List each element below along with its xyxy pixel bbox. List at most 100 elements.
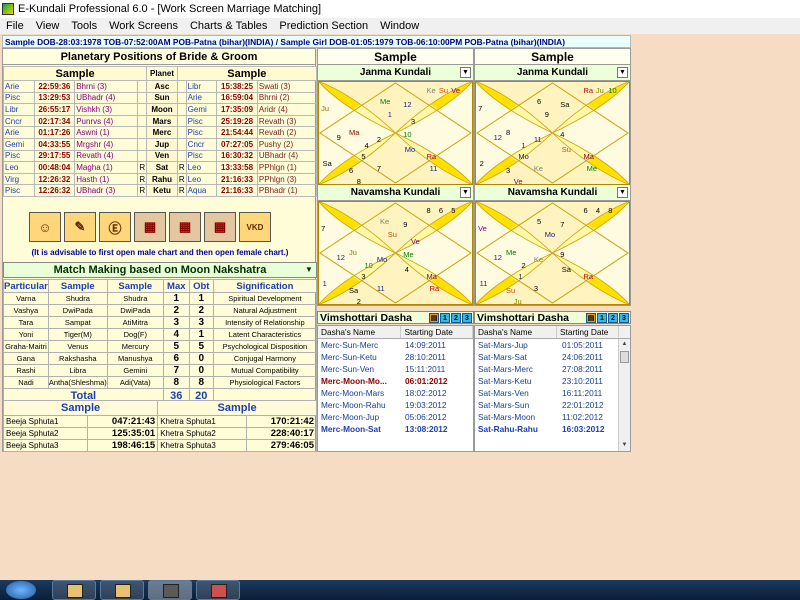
dasha-level-3-button[interactable]: 3: [462, 313, 472, 323]
chart-mark: 5: [451, 206, 456, 216]
bride-name: Sample: [475, 49, 630, 65]
print-icon[interactable]: ▤: [429, 313, 439, 323]
kundali-chart-icon-2[interactable]: ▦: [169, 212, 201, 242]
dasha-row[interactable]: Sat-Mars-Ketu 23:10:2011: [475, 375, 630, 387]
dasha-row[interactable]: Sat-Mars-Moon 11:02:2012: [475, 411, 630, 423]
dasha-row[interactable]: Merc-Moon-Rahu 19:03:2012: [318, 399, 473, 411]
koota-name: Tara: [3, 316, 49, 329]
start-button[interactable]: [6, 581, 36, 599]
taskbar-app-4[interactable]: [196, 580, 240, 600]
planet-row: Leo 00:48:04 Magha (1) R Sat R Leo 13:33:58 PPhl…: [3, 161, 318, 174]
vkd-icon[interactable]: VKD: [239, 212, 271, 242]
starting-date-header[interactable]: Starting Date: [557, 326, 619, 338]
window-title: E-Kundali Professional 6.0 - [Work Scree…: [18, 3, 322, 15]
bride-retro: [176, 149, 187, 163]
menu-window[interactable]: Window: [374, 20, 425, 32]
compass-book-icon[interactable]: ✎: [64, 212, 96, 242]
dasha-level-2-button[interactable]: 2: [608, 313, 618, 323]
scroll-down-icon[interactable]: ▼: [619, 440, 630, 451]
beeja-label: Beeja Sphuta2: [3, 427, 88, 440]
menu-work-screens[interactable]: Work Screens: [103, 20, 184, 32]
dasha-row[interactable]: Merc-Sun-Merc 14:09:2011: [318, 339, 473, 351]
taskbar-app-1[interactable]: [52, 580, 96, 600]
dasha-row[interactable]: Sat-Rahu-Rahu 16:03:2012: [475, 423, 630, 435]
chevron-down-icon[interactable]: ▼: [460, 187, 471, 198]
chart-mark: Su: [506, 286, 516, 296]
groom-janma-chart[interactable]: 1 Ma Me 12 Ke Su Ve Ju 2 4 10 Mo 5 7 9 Sa 6 8 Ra 11 3: [318, 81, 473, 185]
groom-dasha-list[interactable]: Dasha's Name Starting Date Merc-Sun-Merc…: [317, 325, 474, 452]
chevron-down-icon[interactable]: ▼: [617, 67, 628, 78]
menu-view[interactable]: View: [30, 20, 66, 32]
bride-dasha-list[interactable]: Dasha's Name Starting Date Sat-Mars-Jup 0…: [474, 325, 631, 452]
mm-header-signification: Signification: [212, 279, 318, 293]
groom-navamsha-selector[interactable]: Navamsha Kundali ▼: [318, 185, 473, 201]
groom-janma-selector[interactable]: Janma Kundali ▼: [318, 65, 473, 81]
dasha-row[interactable]: Sat-Mars-Sun 22:01:2012: [475, 399, 630, 411]
bride-navamsha-chart[interactable]: Mo Me 5 7 6 4 8 Ve Ke 2 9 Sa 1 3 12 11 Su Ju Ra: [475, 201, 630, 305]
dasha-start-date: 18:02:2012: [405, 388, 447, 398]
taskbar-folder[interactable]: [100, 580, 144, 600]
chart-mark: Su: [561, 145, 571, 155]
kundali-chart-icon[interactable]: ▦: [134, 212, 166, 242]
bride-janma-selector[interactable]: Janma Kundali ▼: [475, 65, 630, 81]
groom-retro: [137, 91, 148, 105]
groom-sign: Pisc: [3, 91, 35, 105]
dasha-name: Sat-Mars-Ketu: [478, 376, 532, 386]
match-row: Rashi Libra Gemini 7 0 Mutual Compatibility: [3, 364, 318, 377]
dasha-row[interactable]: Sat-Mars-Merc 27:08:2011: [475, 363, 630, 375]
match-making-selector[interactable]: Match Making based on Moon Nakshatra ▼: [3, 262, 317, 278]
dasha-name-header[interactable]: Dasha's Name: [318, 326, 402, 338]
chevron-down-icon[interactable]: ▼: [617, 187, 628, 198]
dasha-row[interactable]: Merc-Moon-Jup 05:06:2012: [318, 411, 473, 423]
menu-charts-tables[interactable]: Charts & Tables: [184, 20, 273, 32]
dasha-row[interactable]: Sat-Mars-Ven 16:11:2011: [475, 387, 630, 399]
person-search-icon[interactable]: ☺: [29, 212, 61, 242]
menu-tools[interactable]: Tools: [65, 20, 103, 32]
dasha-row[interactable]: Sat-Mars-Sat 24:06:2011: [475, 351, 630, 363]
chevron-down-icon[interactable]: ▼: [304, 265, 314, 275]
chevron-down-icon[interactable]: ▼: [460, 67, 471, 78]
groom-janma-label: Janma Kundali: [359, 67, 432, 78]
dasha-row[interactable]: Merc-Sun-Ven 15:11:2011: [318, 363, 473, 375]
dasha-row[interactable]: Merc-Moon-Mo... 06:01:2012: [318, 375, 473, 387]
taskbar-ekundali[interactable]: [148, 580, 192, 600]
toolbar-icons: ☺ ✎ Ⓔ ▦ ▦ ▦ VKD: [29, 212, 275, 244]
dasha-name: Merc-Moon-Mars: [321, 388, 385, 398]
groom-sign: Pisc: [3, 184, 35, 197]
bride-sign: Pisc: [185, 149, 218, 163]
groom-sign: Libr: [3, 103, 35, 116]
starting-date-header[interactable]: Starting Date: [401, 326, 473, 338]
dasha-name: Merc-Moon-Rahu: [321, 400, 386, 410]
dasha-row[interactable]: Merc-Moon-Mars 18:02:2012: [318, 387, 473, 399]
menu-prediction-section[interactable]: Prediction Section: [273, 20, 374, 32]
print-icon[interactable]: ▤: [586, 313, 596, 323]
kundali-chart-icon-3[interactable]: ▦: [204, 212, 236, 242]
dasha-scrollbar[interactable]: ▲ ▼: [618, 339, 630, 451]
dasha-name-header[interactable]: Dasha's Name: [475, 326, 557, 338]
scroll-thumb[interactable]: [620, 351, 629, 363]
e-coin-icon[interactable]: Ⓔ: [99, 212, 131, 242]
dasha-row[interactable]: Merc-Sun-Ketu 28:10:2011: [318, 351, 473, 363]
scroll-up-icon[interactable]: ▲: [619, 339, 630, 350]
dasha-name: Sat-Mars-Sat: [478, 352, 527, 362]
bride-janma-chart[interactable]: 9 8 6 Sa Ra Ju 10 7 11 1 4 Su Mo Ke 12 2 3 Ve Ma Me: [475, 81, 630, 185]
dasha-level-1-button[interactable]: 1: [597, 313, 607, 323]
bride-dasha-title: Vimshottari Dasha: [477, 312, 570, 324]
chart-mark: 7: [376, 164, 382, 174]
menu-file[interactable]: File: [0, 20, 30, 32]
dasha-row[interactable]: Sat-Mars-Jup 01:05:2011: [475, 339, 630, 351]
bride-nakshatra: PPhlgn (1): [256, 161, 318, 174]
bride-degree: 17:35:09: [216, 103, 258, 116]
dasha-level-3-button[interactable]: 3: [619, 313, 629, 323]
chart-mark: 2: [356, 296, 361, 305]
bride-value: Gemini: [106, 364, 164, 377]
groom-value: Rakshasha: [47, 352, 108, 365]
bride-navamsha-selector[interactable]: Navamsha Kundali ▼: [475, 185, 630, 201]
dasha-level-1-button[interactable]: 1: [440, 313, 450, 323]
max-points: 3: [162, 316, 190, 329]
dasha-level-2-button[interactable]: 2: [451, 313, 461, 323]
bride-degree: 15:38:25: [216, 80, 258, 93]
chart-mark: 7: [478, 103, 483, 113]
groom-navamsha-chart[interactable]: Su Ju Ke 9 8 6 5 7 Mo 10 Me 4 3 11 12 1 Sa 2 Ma Ra Ve: [318, 201, 473, 305]
dasha-row[interactable]: Merc-Moon-Sat 13:08:2012: [318, 423, 473, 435]
